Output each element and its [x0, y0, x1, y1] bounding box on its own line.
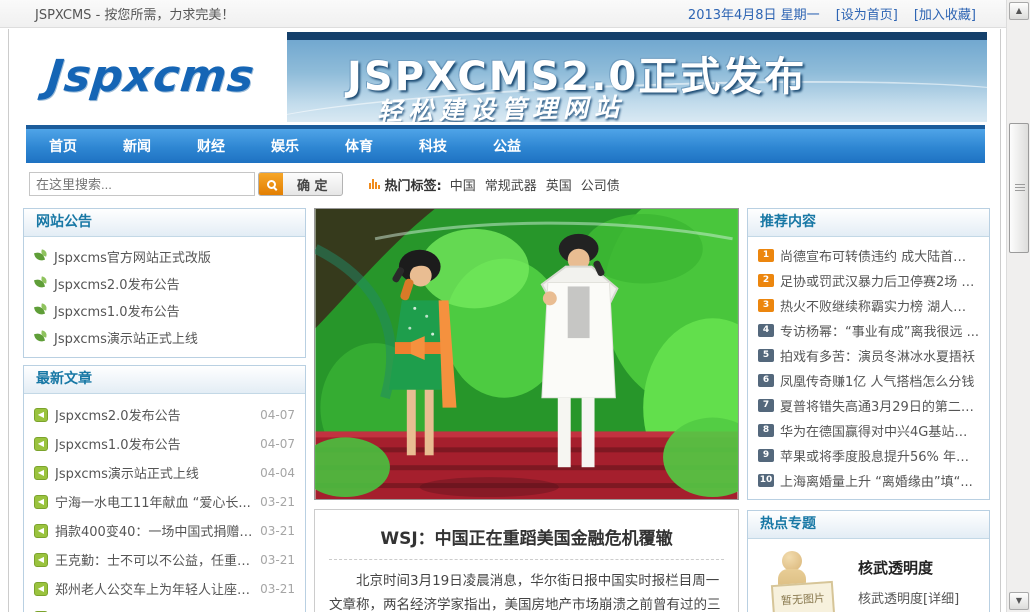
article-list-item[interactable]: ◀ Jspxcms1.0发布公告 04-07 [34, 429, 295, 458]
horn-icon: ◀ [34, 436, 48, 451]
article-list-item[interactable]: ◀ Jspxcms2.0发布公告 04-07 [34, 400, 295, 429]
tag-link[interactable]: 中国 [450, 175, 476, 194]
rank-badge: 5 [758, 349, 774, 362]
signal-bars-icon [368, 179, 380, 189]
topic-summary[interactable]: 核武透明度[详细] [858, 588, 959, 607]
recommended-item[interactable]: 4 专访杨幂：“事业有成”离我很远 ... [758, 318, 979, 343]
nav-item-entertainment[interactable]: 娱乐 [248, 136, 322, 156]
leaf-icon [34, 250, 47, 263]
right-column: 推荐内容 1 尚德宣布可转债违约 成大陆首家公... 2 足协或罚武汉暴力后卫停… [747, 208, 990, 612]
rank-badge: 10 [758, 474, 774, 487]
leaf-icon [34, 277, 47, 290]
rank-badge: 7 [758, 399, 774, 412]
rank-badge: 1 [758, 249, 774, 262]
recommended-item[interactable]: 8 华为在德国赢得对中兴4G基站专利诉讼 [758, 418, 979, 443]
recommended-item[interactable]: 1 尚德宣布可转债违约 成大陆首家公... [758, 243, 979, 268]
horn-icon: ◀ [34, 552, 48, 567]
horn-icon: ◀ [34, 494, 48, 509]
search-row: 确 定 热门标签: 中国 常规武器 英国 公司债 [29, 171, 1000, 197]
recommended-box: 推荐内容 1 尚德宣布可转债违约 成大陆首家公... 2 足协或罚武汉暴力后卫停… [747, 208, 990, 500]
top-bar: JSPXCMS - 按您所需，力求完美！ 2013年4月8日 星期一 [设为首页… [0, 0, 1006, 28]
hot-topic-box: 热点专题 暂无图片 核武透明度 核武透明度[详细] [747, 510, 990, 612]
promo-banner[interactable]: JSPXCMS2.0正式发布 轻松建设管理网站 [287, 32, 987, 122]
site-logo[interactable]: Jspxcms [44, 51, 257, 102]
rank-badge: 8 [758, 424, 774, 437]
horn-icon: ◀ [34, 581, 48, 596]
recommended-title: 推荐内容 [748, 209, 989, 237]
announcement-item[interactable]: Jspxcms2.0发布公告 [34, 270, 295, 297]
tag-link[interactable]: 公司债 [581, 175, 620, 194]
article-excerpt: 北京时间3月19日凌晨消息，华尔街日报中国实时报栏目周一文章称，两名经济学家指出… [329, 573, 721, 612]
featured-article: WSJ：中国正在重蹈美国金融危机覆辙 北京时间3月19日凌晨消息，华尔街日报中国… [314, 509, 739, 612]
main-nav: 首页 新闻 财经 娱乐 体育 科技 公益 [26, 125, 985, 163]
current-date: 2013年4月8日 星期一 [687, 8, 820, 23]
topic-headline[interactable]: 核武透明度 [858, 557, 959, 578]
recommended-item[interactable]: 6 凤凰传奇赚1亿 人气搭档怎么分钱 [758, 368, 979, 393]
horn-icon: ◀ [34, 407, 48, 422]
set-homepage-link[interactable]: [设为首页] [836, 4, 898, 23]
article-list-item[interactable]: ◀ 郑州老人公交车上为年轻人让座 2... 03-21 [34, 574, 295, 603]
rank-badge: 2 [758, 274, 774, 287]
horn-icon: ◀ [34, 523, 48, 538]
page-scrollbar[interactable]: ▲ ▼ [1006, 0, 1030, 612]
recommended-item[interactable]: 9 苹果或将季度股息提升56% 年股息将... [758, 443, 979, 468]
article-list-item[interactable]: ◀ Jspxcms演示站正式上线 04-04 [34, 458, 295, 487]
announcement-item[interactable]: Jspxcms官方网站正式改版 [34, 243, 295, 270]
leaf-icon [34, 304, 47, 317]
banner-subtitle: 轻松建设管理网站 [376, 92, 626, 122]
recommended-item[interactable]: 7 夏普将错失高通3月29日的第二轮投资 [758, 393, 979, 418]
tag-link[interactable]: 英国 [546, 175, 572, 194]
nav-item-tech[interactable]: 科技 [396, 136, 470, 156]
rank-badge: 6 [758, 374, 774, 387]
article-list-item[interactable]: ◀ 捐款400变40：一场中国式捐赠引... 03-21 [34, 516, 295, 545]
article-list-item[interactable]: ◀ 王克勤：士不可以不公益，任重而... 03-21 [34, 545, 295, 574]
nav-item-charity[interactable]: 公益 [470, 136, 544, 156]
nav-item-finance[interactable]: 财经 [174, 136, 248, 156]
rank-badge: 9 [758, 449, 774, 462]
recommended-item[interactable]: 5 拍戏有多苦：演员冬淋冰水夏捂袄 [758, 343, 979, 368]
page-container: Jspxcms JSPXCMS2.0正式发布 轻松建设管理网站 首页 新闻 财经… [8, 29, 1001, 612]
site-slogan: JSPXCMS - 按您所需，力求完美！ [35, 8, 235, 23]
nav-item-home[interactable]: 首页 [26, 136, 100, 156]
recommended-item[interactable]: 10 上海离婚量上升 “离婚缘由”填“... [758, 468, 979, 493]
nav-item-news[interactable]: 新闻 [100, 136, 174, 156]
announcements-title: 网站公告 [24, 209, 305, 237]
announcements-box: 网站公告 Jspxcms官方网站正式改版 Jspxcms2.0发布公告 Jspx… [23, 208, 306, 358]
no-image-label: 暂无图片 [770, 580, 836, 612]
search-icon [259, 173, 283, 195]
announcement-item[interactable]: Jspxcms演示站正式上线 [34, 324, 295, 351]
scrollbar-thumb[interactable] [1009, 123, 1029, 253]
latest-articles-title: 最新文章 [24, 366, 305, 394]
announcement-item[interactable]: Jspxcms1.0发布公告 [34, 297, 295, 324]
scroll-down-button[interactable]: ▼ [1009, 592, 1029, 610]
hot-tags: 热门标签: 中国 常规武器 英国 公司债 [368, 175, 629, 194]
horn-icon: ◀ [34, 465, 48, 480]
rank-badge: 3 [758, 299, 774, 312]
center-column: WSJ：中国正在重蹈美国金融危机覆辙 北京时间3月19日凌晨消息，华尔街日报中国… [314, 208, 739, 612]
content-columns: 网站公告 Jspxcms官方网站正式改版 Jspxcms2.0发布公告 Jspx… [23, 208, 994, 612]
article-list-item[interactable]: ◀ 宁海一水电工11年献血 “爱心长... 03-21 [34, 487, 295, 516]
leaf-icon [34, 331, 47, 344]
search-submit-button[interactable]: 确 定 [258, 172, 343, 196]
scroll-up-button[interactable]: ▲ [1009, 2, 1029, 20]
left-column: 网站公告 Jspxcms官方网站正式改版 Jspxcms2.0发布公告 Jspx… [23, 208, 306, 612]
article-list-item[interactable]: ◀ 传中兴管理人员被蒙古国反贪局逮... 03-19 [34, 603, 295, 612]
recommended-item[interactable]: 3 热火不败继续称霸实力榜 湖人升至... [758, 293, 979, 318]
site-header: Jspxcms JSPXCMS2.0正式发布 轻松建设管理网站 [9, 29, 1000, 125]
hot-tags-label: 热门标签: [384, 178, 442, 194]
main-photo[interactable] [314, 208, 739, 500]
add-favorite-link[interactable]: [加入收藏] [914, 4, 976, 23]
hot-topic-title: 热点专题 [748, 511, 989, 539]
no-image-placeholder[interactable]: 暂无图片 [756, 549, 844, 612]
article-title[interactable]: WSJ：中国正在重蹈美国金融危机覆辙 [329, 520, 724, 560]
search-input[interactable] [29, 172, 255, 196]
rank-badge: 4 [758, 324, 774, 337]
recommended-item[interactable]: 2 足协或罚武汉暴力后卫停赛2场 格隆... [758, 268, 979, 293]
tag-link[interactable]: 常规武器 [485, 175, 537, 194]
nav-item-sports[interactable]: 体育 [322, 136, 396, 156]
latest-articles-box: 最新文章 ◀ Jspxcms2.0发布公告 04-07 ◀ Jspxcms1.0… [23, 365, 306, 612]
